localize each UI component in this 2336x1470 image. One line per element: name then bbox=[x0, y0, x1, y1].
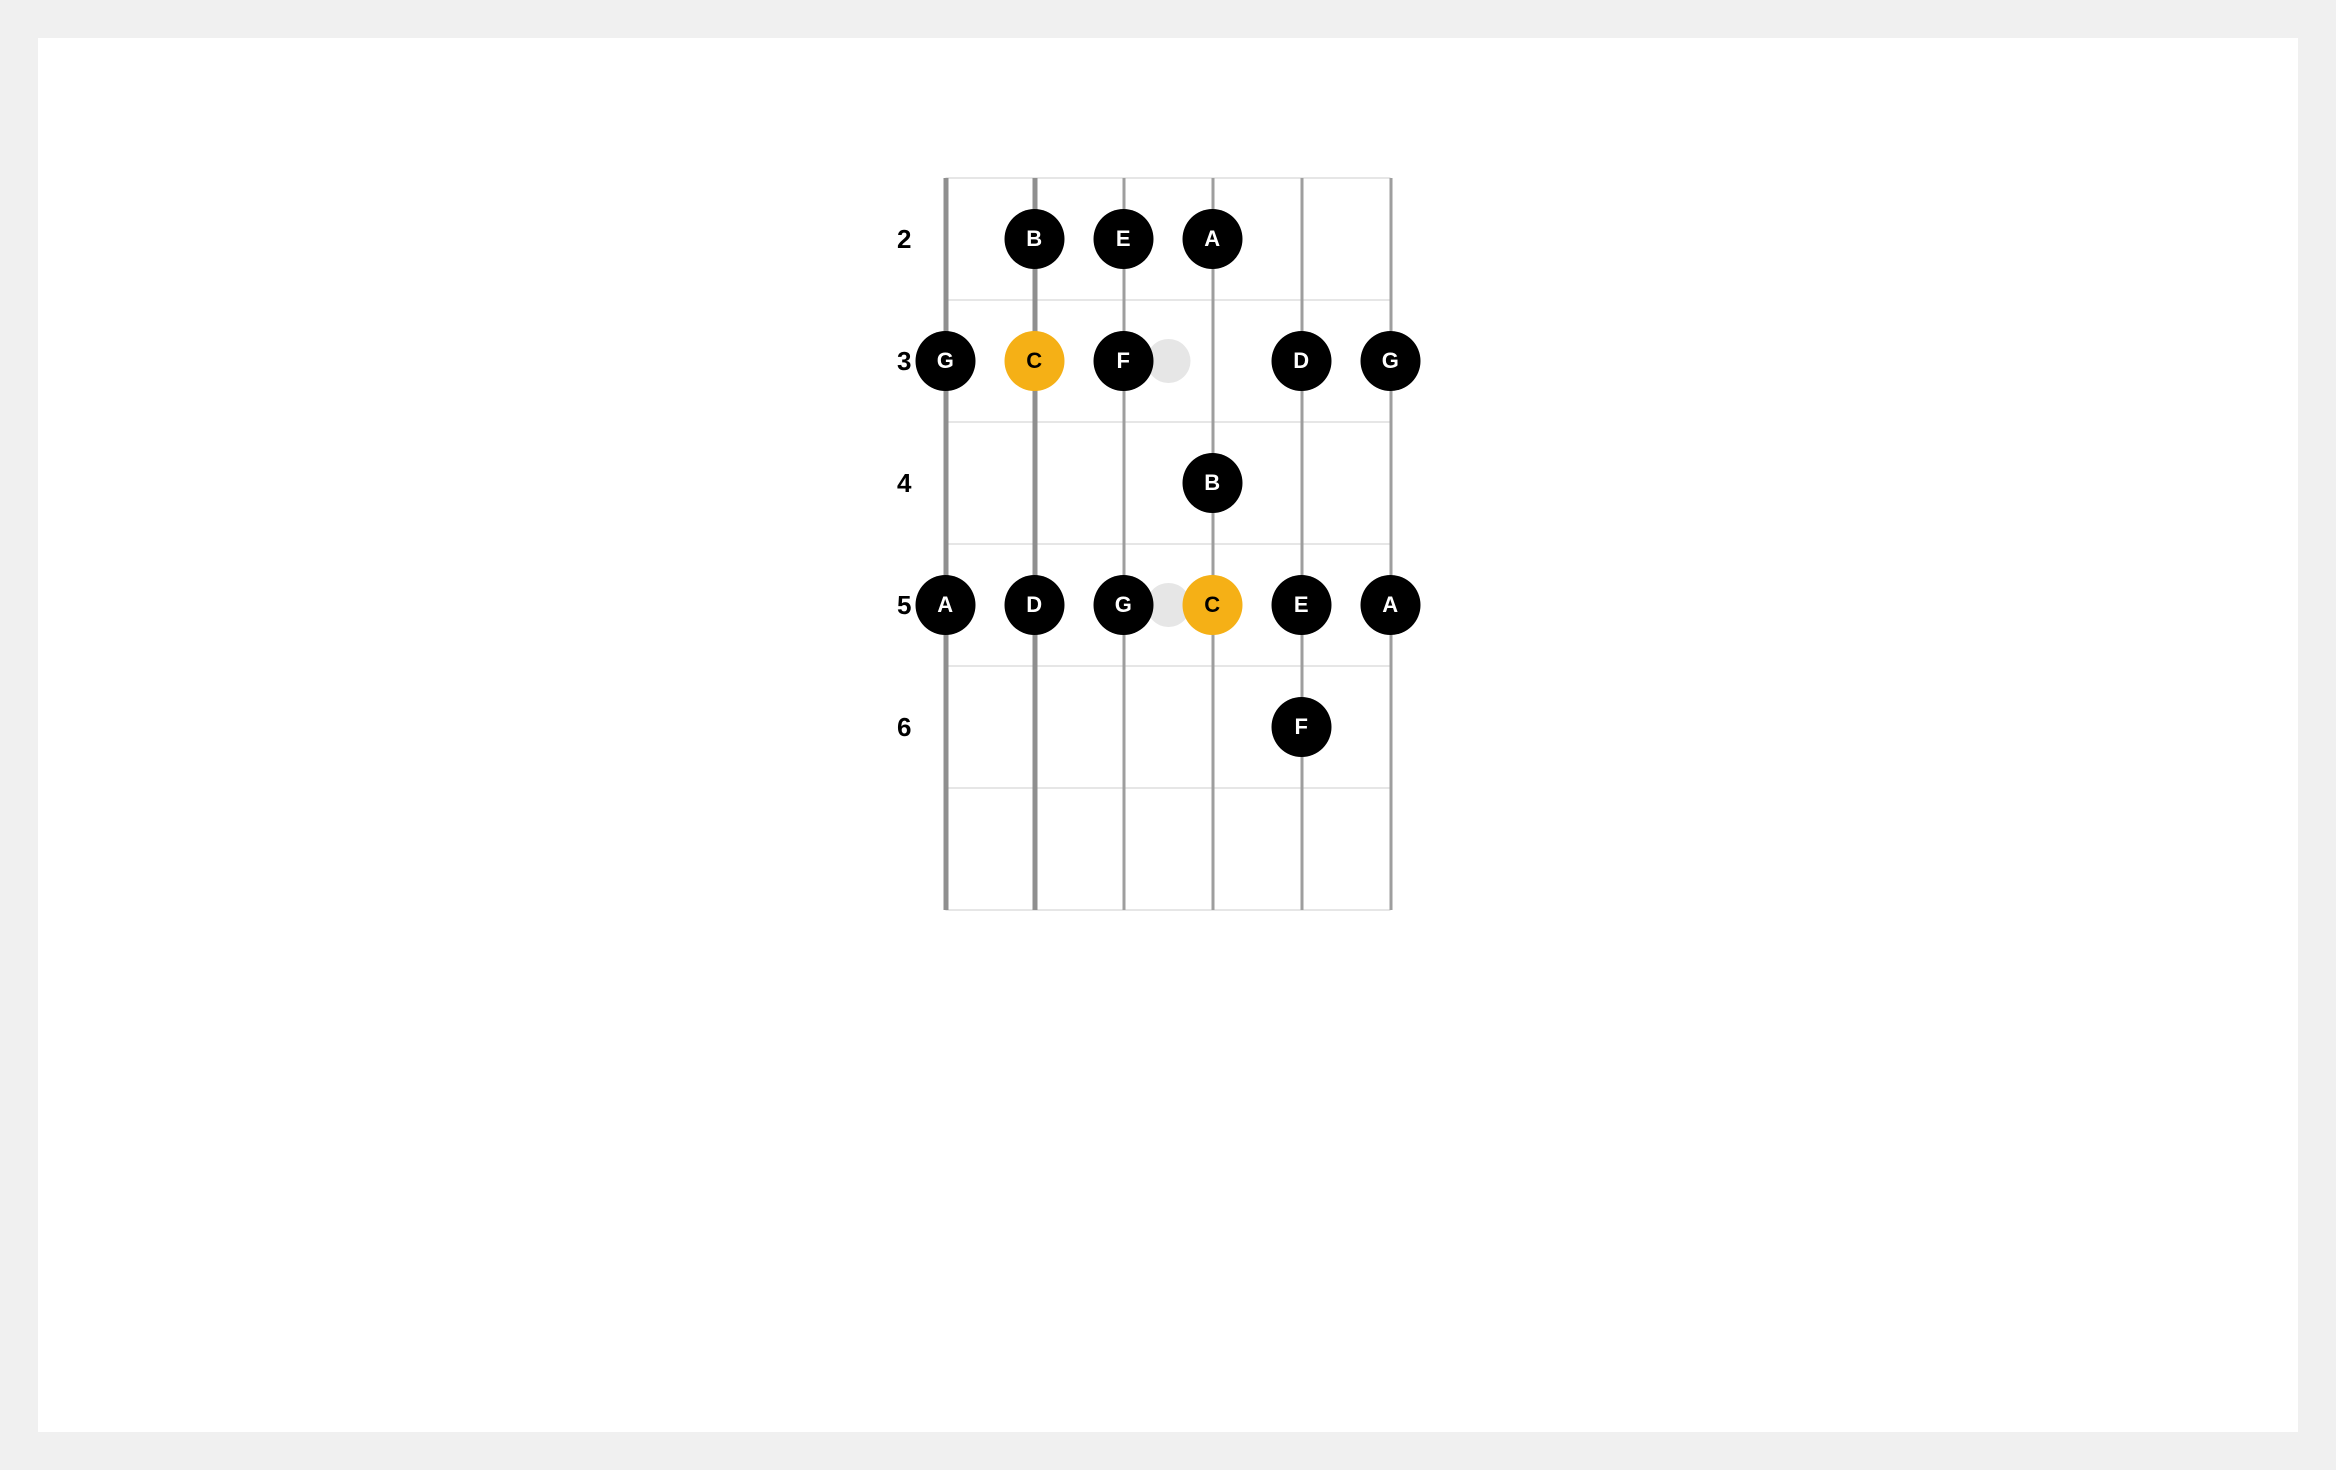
note-dot: F bbox=[1272, 697, 1332, 757]
fret-number-label: 6 bbox=[872, 712, 912, 743]
fret-line bbox=[946, 543, 1391, 545]
fret-line bbox=[946, 299, 1391, 301]
fret-number-label: 4 bbox=[872, 468, 912, 499]
note-dot: G bbox=[1361, 331, 1421, 391]
note-dot: D bbox=[1005, 575, 1065, 635]
note-dot: B bbox=[1005, 209, 1065, 269]
note-label: B bbox=[1026, 226, 1042, 252]
note-label: F bbox=[1295, 714, 1309, 740]
note-dot: G bbox=[1094, 575, 1154, 635]
fret-number-label: 3 bbox=[872, 346, 912, 377]
note-dot: G bbox=[916, 331, 976, 391]
note-label: G bbox=[1382, 348, 1400, 374]
note-label: A bbox=[1382, 592, 1398, 618]
note-dot: E bbox=[1094, 209, 1154, 269]
note-label: C bbox=[1204, 592, 1220, 618]
note-dot: A bbox=[1361, 575, 1421, 635]
fretboard: 23456BEAGCFDGBADGCEAF bbox=[946, 178, 1391, 910]
note-label: A bbox=[1204, 226, 1220, 252]
note-dot: B bbox=[1183, 453, 1243, 513]
note-label: D bbox=[1026, 592, 1042, 618]
note-dot: F bbox=[1094, 331, 1154, 391]
note-label: G bbox=[937, 348, 955, 374]
string-1 bbox=[1389, 178, 1392, 910]
fret-number-label: 2 bbox=[872, 224, 912, 255]
fret-line bbox=[946, 665, 1391, 667]
note-label: A bbox=[937, 592, 953, 618]
note-dot: A bbox=[916, 575, 976, 635]
string-3 bbox=[1211, 178, 1214, 910]
fret-line bbox=[946, 421, 1391, 423]
note-dot-root: C bbox=[1183, 575, 1243, 635]
note-label: G bbox=[1115, 592, 1133, 618]
fret-number-label: 5 bbox=[872, 590, 912, 621]
fret-line bbox=[946, 787, 1391, 789]
string-6 bbox=[943, 178, 948, 910]
note-dot: E bbox=[1272, 575, 1332, 635]
note-label: F bbox=[1117, 348, 1131, 374]
note-label: E bbox=[1116, 226, 1131, 252]
note-dot-root: C bbox=[1005, 331, 1065, 391]
string-2 bbox=[1300, 178, 1303, 910]
note-dot: D bbox=[1272, 331, 1332, 391]
note-label: E bbox=[1294, 592, 1309, 618]
diagram-card: 2 3 4 5 6 B E A G C F D G B A D G C E A F bbox=[38, 38, 2298, 1432]
fret-line bbox=[946, 177, 1391, 179]
note-label: C bbox=[1026, 348, 1042, 374]
fret-line bbox=[946, 909, 1391, 911]
note-label: D bbox=[1293, 348, 1309, 374]
note-dot: A bbox=[1183, 209, 1243, 269]
string-5 bbox=[1032, 178, 1037, 910]
string-4 bbox=[1122, 178, 1125, 910]
note-label: B bbox=[1204, 470, 1220, 496]
